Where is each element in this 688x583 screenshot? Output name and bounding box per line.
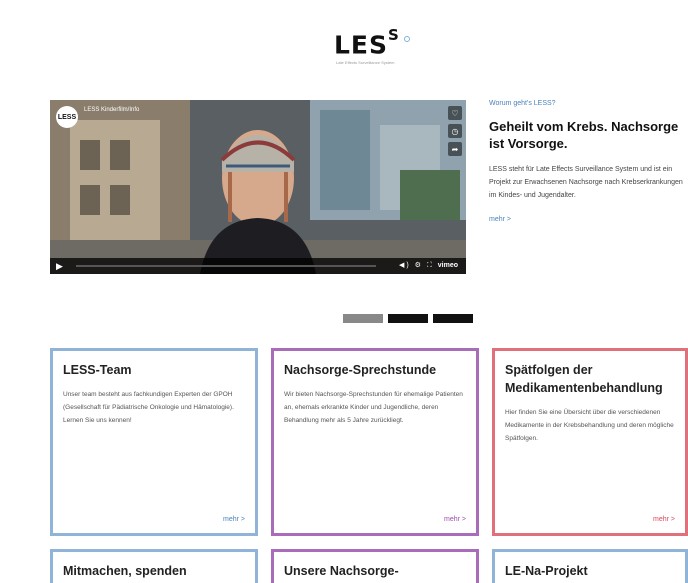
settings-icon[interactable]: ⚙ xyxy=(415,262,423,269)
card-less-team[interactable]: LESS-Team Unser team besteht aus fachkun… xyxy=(50,348,258,536)
heart-icon[interactable]: ♡ xyxy=(448,106,462,120)
card-more-link[interactable]: mehr > xyxy=(444,516,466,523)
slider-dot-1[interactable] xyxy=(343,314,383,323)
player-icons: ◀) ⚙ ⛶ vimeo xyxy=(399,261,458,270)
fullscreen-icon[interactable]: ⛶ xyxy=(427,262,434,269)
card-more-link[interactable]: mehr > xyxy=(653,516,675,523)
feature-title: Geheilt vom Krebs. Nachsorge ist Vorsorg… xyxy=(489,119,679,151)
card-title: Spätfolgen der Medikamentenbehandlung xyxy=(505,363,663,395)
feature-panel: Worum geht's LESS? Geheilt vom Krebs. Na… xyxy=(489,100,688,223)
card-le-na-projekt[interactable]: LE-Na-Projekt xyxy=(492,549,688,583)
slider-pagination xyxy=(343,314,473,323)
card-spaetfolgen[interactable]: Spätfolgen der Medikamentenbehandlung Hi… xyxy=(492,348,688,536)
card-mitmachen[interactable]: Mitmachen, spenden xyxy=(50,549,258,583)
play-icon[interactable]: ▶ xyxy=(56,261,66,271)
video-frame xyxy=(50,100,466,274)
card-text: Unser team besteht aus fachkundigen Expe… xyxy=(63,391,234,424)
vimeo-logo[interactable]: vimeo xyxy=(438,262,458,269)
volume-icon[interactable]: ◀) xyxy=(399,262,411,269)
video-progress-track[interactable] xyxy=(76,265,376,267)
slider-dot-3[interactable] xyxy=(433,314,473,323)
video-title[interactable]: LESS Kinderfilm/Info xyxy=(84,107,139,113)
card-unsere-nachsorge[interactable]: Unsere Nachsorge- xyxy=(271,549,479,583)
card-title: Mitmachen, spenden xyxy=(63,564,187,578)
channel-logo[interactable]: LESS xyxy=(56,106,78,128)
feature-kicker: Worum geht's LESS? xyxy=(489,100,556,107)
card-text: Hier finden Sie eine Übersicht über die … xyxy=(505,409,674,442)
feature-more-link[interactable]: mehr > xyxy=(489,216,688,223)
card-nachsorge-sprechstunde[interactable]: Nachsorge-Sprechstunde Wir bieten Nachso… xyxy=(271,348,479,536)
video-player[interactable]: LESS LESS Kinderfilm/Info ♡ ◷ ➦ ▶ ◀) ⚙ ⛶… xyxy=(50,100,466,274)
slider-dot-2[interactable] xyxy=(388,314,428,323)
site-logo[interactable]: LESS Late Effects Surveillance System xyxy=(334,26,424,72)
logo-circle-mark xyxy=(404,36,410,42)
feature-text: LESS steht für Late Effects Surveillance… xyxy=(489,166,683,199)
clock-icon[interactable]: ◷ xyxy=(448,124,462,138)
card-more-link[interactable]: mehr > xyxy=(223,516,245,523)
logo-wordmark: LESS xyxy=(334,26,400,60)
card-text: Wir bieten Nachsorge-Sprechstunden für e… xyxy=(284,391,463,424)
video-control-bar: ▶ ◀) ⚙ ⛶ vimeo xyxy=(50,258,466,274)
share-icon[interactable]: ➦ xyxy=(448,142,462,156)
card-title: LESS-Team xyxy=(63,363,132,377)
card-title: LE-Na-Projekt xyxy=(505,564,588,578)
logo-tagline: Late Effects Surveillance System xyxy=(336,60,395,65)
card-title: Nachsorge-Sprechstunde xyxy=(284,363,437,377)
card-title: Unsere Nachsorge- xyxy=(284,564,399,578)
